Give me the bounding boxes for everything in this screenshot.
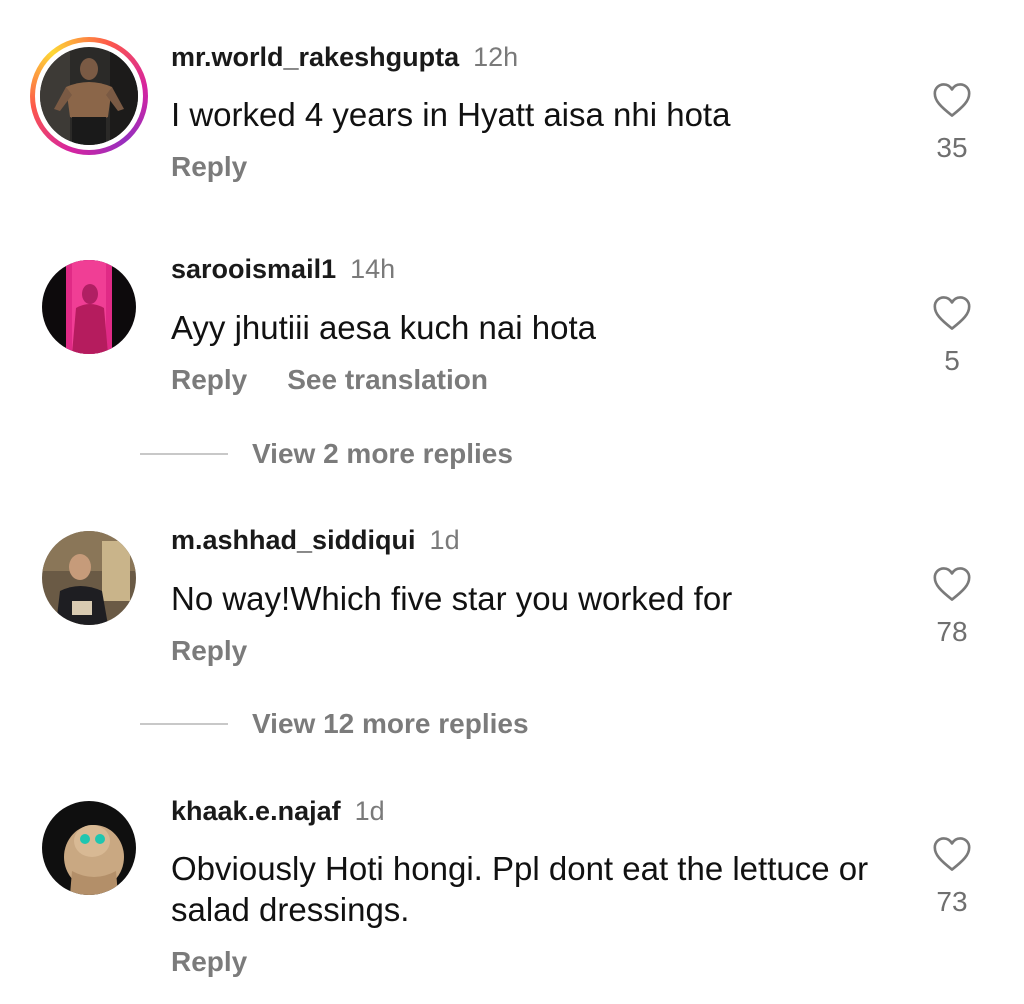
comment-text: Obviously Hoti hongi. Ppl dont eat the l… bbox=[171, 850, 869, 928]
comment-item: khaak.e.najaf 1d Obviously Hoti hongi. Pp… bbox=[0, 0, 1024, 1004]
username[interactable]: khaak.e.najaf bbox=[171, 796, 341, 826]
comment-header: khaak.e.najaf 1d bbox=[171, 796, 385, 827]
comment-actions: Reply bbox=[171, 946, 247, 978]
timestamp: 1d bbox=[354, 796, 385, 826]
avatar[interactable] bbox=[42, 801, 136, 895]
like-button[interactable]: 73 bbox=[924, 836, 980, 918]
like-count: 73 bbox=[936, 886, 968, 917]
reply-button[interactable]: Reply bbox=[171, 946, 247, 977]
heart-outline-icon[interactable] bbox=[932, 836, 972, 872]
avatar[interactable] bbox=[40, 47, 138, 145]
